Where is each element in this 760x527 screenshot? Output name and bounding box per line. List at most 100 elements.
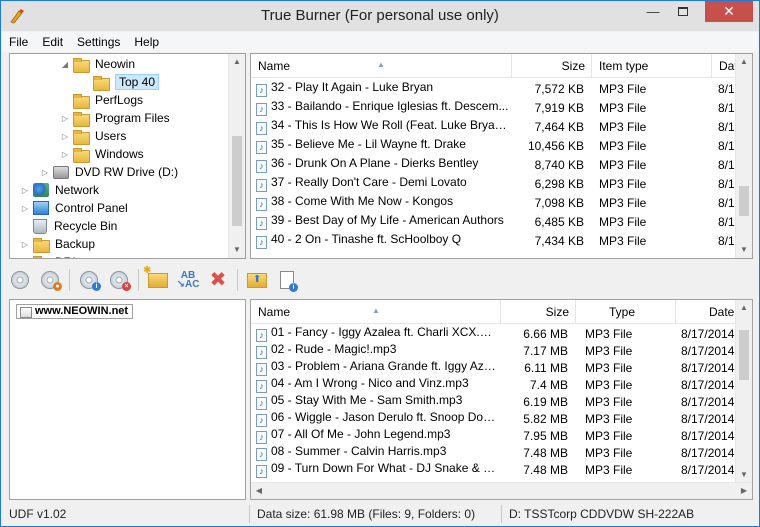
scroll-left-icon[interactable]: ◀ [251, 483, 267, 499]
collapsed-arrow-icon[interactable]: ▷ [40, 168, 50, 177]
collapsed-arrow-icon[interactable]: ▷ [60, 132, 70, 141]
column-header-size[interactable]: Size [501, 300, 576, 324]
compilation-vscrollbar[interactable]: ▲ ▼ [735, 300, 752, 483]
tree-item[interactable]: ▷ Program Files [60, 109, 170, 127]
file-type: MP3 File [585, 394, 633, 409]
collapsed-arrow-icon[interactable]: ▷ [20, 186, 30, 195]
column-header-date[interactable]: Dat [712, 54, 736, 78]
column-header-name[interactable]: Name ▲ [251, 300, 501, 324]
file-type: MP3 File [599, 100, 647, 115]
file-type: MP3 File [599, 176, 647, 191]
expanded-arrow-icon[interactable]: ◢ [60, 60, 70, 69]
compilation-file-row[interactable]: ♪ 08 - Summer - Calvin Harris.mp3 7.48 MB M… [251, 444, 746, 461]
collapsed-arrow-icon[interactable]: ▷ [20, 258, 30, 259]
erase-disc-button[interactable]: × [108, 269, 131, 291]
tree-item[interactable]: ▷ DVD RW Drive (D:) [40, 163, 178, 181]
file-name: 06 - Wiggle - Jason Derulo ft. Snoop Dog… [271, 410, 501, 424]
file-size: 5.82 MB [523, 411, 568, 426]
menu-file[interactable]: File [2, 35, 35, 49]
source-file-row[interactable]: ♪ 40 - 2 On - Tinashe ft. ScHoolboy Q 7,43… [251, 231, 736, 250]
tree-item[interactable]: ▷ DRI [20, 253, 76, 259]
file-name-cell: ♪ 39 - Best Day of My Life - American Aut… [251, 213, 512, 230]
compilation-file-row[interactable]: ♪ 07 - All Of Me - John Legend.mp3 7.95 MB… [251, 427, 746, 444]
column-header-type[interactable]: Type [576, 300, 676, 324]
menu-settings[interactable]: Settings [70, 35, 127, 49]
source-file-row[interactable]: ♪ 35 - Believe Me - Lil Wayne ft. Drake 10… [251, 136, 736, 155]
mp3-file-icon: ♪ [256, 380, 267, 393]
tree-item[interactable]: Top 40 [80, 73, 160, 91]
delete-button[interactable]: ✖ [207, 269, 229, 291]
source-file-row[interactable]: ♪ 38 - Come With Me Now - Kongos 7,098 KB M… [251, 193, 736, 212]
tree-item[interactable]: ◢ Neowin [60, 55, 135, 73]
source-file-row[interactable]: ♪ 37 - Really Don't Care - Demi Lovato 6,2… [251, 174, 736, 193]
source-file-row[interactable]: ♪ 34 - This Is How We Roll (Feat. Luke Br… [251, 117, 736, 136]
source-scroll-thumb[interactable] [739, 186, 749, 216]
file-type: MP3 File [599, 138, 647, 153]
tree-item[interactable]: ▷ Windows [60, 145, 144, 163]
file-name: 01 - Fancy - Iggy Azalea ft. Charli XCX.… [271, 325, 501, 339]
menu-edit[interactable]: Edit [35, 35, 70, 49]
new-folder-button[interactable] [143, 265, 169, 291]
file-name: 35 - Believe Me - Lil Wayne ft. Drake [271, 137, 466, 151]
folder-tree[interactable]: ◢ Neowin Top 40 PerfLogs ▷ Program Files ▷ User… [9, 53, 246, 259]
tree-item[interactable]: ▷ Network [20, 181, 99, 199]
source-list-scrollbar[interactable]: ▲ ▼ [735, 54, 752, 258]
scroll-up-icon[interactable]: ▲ [229, 54, 245, 70]
toolbar-separator [138, 269, 139, 291]
file-name-cell: ♪ 38 - Come With Me Now - Kongos [251, 194, 512, 211]
collapsed-arrow-icon[interactable]: ▷ [60, 150, 70, 159]
compilation-file-row[interactable]: ♪ 02 - Rude - Magic!.mp3 7.17 MB MP3 File 8/… [251, 342, 746, 359]
scroll-down-icon[interactable]: ▼ [736, 242, 752, 258]
disc-info-button[interactable]: i [78, 269, 101, 291]
tree-item[interactable]: ▷ Control Panel [20, 199, 128, 217]
compilation-tree[interactable]: www.NEOWIN.net [9, 299, 246, 500]
tree-item[interactable]: ▷ Backup [20, 235, 95, 253]
collapsed-arrow-icon[interactable]: ▷ [60, 114, 70, 123]
add-folder-button[interactable] [246, 269, 268, 291]
column-header-item-type[interactable]: Item type [592, 54, 712, 78]
maximize-button[interactable] [669, 1, 697, 22]
file-name-cell: ♪ 02 - Rude - Magic!.mp3 [251, 342, 501, 359]
tree-item[interactable]: ▷ Users [60, 127, 126, 145]
file-properties-button[interactable] [276, 269, 298, 292]
folder-icon [73, 93, 90, 109]
file-name-cell: ♪ 37 - Really Don't Care - Demi Lovato [251, 175, 512, 192]
tree-item[interactable]: Recycle Bin [20, 217, 117, 235]
menu-help[interactable]: Help [127, 35, 166, 49]
compilation-file-row[interactable]: ♪ 06 - Wiggle - Jason Derulo ft. Snoop Do… [251, 410, 746, 427]
source-file-row[interactable]: ♪ 32 - Play It Again - Luke Bryan 7,572 KB… [251, 79, 736, 98]
compilation-file-row[interactable]: ♪ 03 - Problem - Ariana Grande ft. Iggy A… [251, 359, 746, 376]
source-file-row[interactable]: ♪ 39 - Best Day of My Life - American Aut… [251, 212, 736, 231]
scroll-down-icon[interactable]: ▼ [736, 467, 752, 483]
scroll-up-icon[interactable]: ▲ [736, 300, 752, 316]
compilation-scroll-thumb[interactable] [739, 330, 749, 380]
rename-button[interactable]: AB ↘AC [177, 269, 200, 291]
compilation-file-row[interactable]: ♪ 05 - Stay With Me - Sam Smith.mp3 6.19 M… [251, 393, 746, 410]
collapsed-arrow-icon[interactable]: ▷ [20, 240, 30, 249]
source-file-row[interactable]: ♪ 36 - Drunk On A Plane - Dierks Bentley 8… [251, 155, 736, 174]
scroll-up-icon[interactable]: ▲ [736, 54, 752, 70]
scroll-right-icon[interactable]: ▶ [736, 483, 752, 499]
close-button[interactable]: ✕ [705, 1, 753, 22]
minimize-button[interactable]: — [639, 1, 667, 22]
collapsed-arrow-icon[interactable]: ▷ [20, 204, 30, 213]
source-file-row[interactable]: ♪ 33 - Bailando - Enrique Iglesias ft. De… [251, 98, 736, 117]
file-size: 6.66 MB [523, 326, 568, 341]
tree-scroll-thumb[interactable] [232, 136, 242, 226]
disc-label[interactable]: www.NEOWIN.net [16, 304, 134, 319]
column-header-size[interactable]: Size [512, 54, 592, 78]
compilation-file-row[interactable]: ♪ 04 - Am I Wrong - Nico and Vinz.mp3 7.4 … [251, 376, 746, 393]
compilation-file-row[interactable]: ♪ 09 - Turn Down For What - DJ Snake & Li… [251, 461, 746, 478]
compilation-file-row[interactable]: ♪ 01 - Fancy - Iggy Azalea ft. Charli XCX… [251, 325, 746, 342]
column-header-name[interactable]: Name ▲ [251, 54, 512, 78]
compilation-hscrollbar[interactable]: ◀ ▶ [251, 482, 752, 499]
tree-scrollbar[interactable]: ▲ ▼ [228, 54, 245, 258]
compilation-file-list[interactable]: Name ▲ Size Type Date Mo ♪ 01 - Fancy - I… [250, 299, 753, 500]
burn-disc-button[interactable] [9, 269, 31, 291]
tree-item[interactable]: PerfLogs [60, 91, 143, 109]
scroll-down-icon[interactable]: ▼ [229, 242, 245, 258]
title-bar[interactable]: True Burner (For personal use only) — ✕ [1, 1, 759, 31]
burn-image-button[interactable]: ● [39, 269, 62, 291]
file-name: 08 - Summer - Calvin Harris.mp3 [271, 444, 447, 458]
source-file-list[interactable]: Name ▲ Size Item type Dat ♪ 32 - Play It … [250, 53, 753, 259]
